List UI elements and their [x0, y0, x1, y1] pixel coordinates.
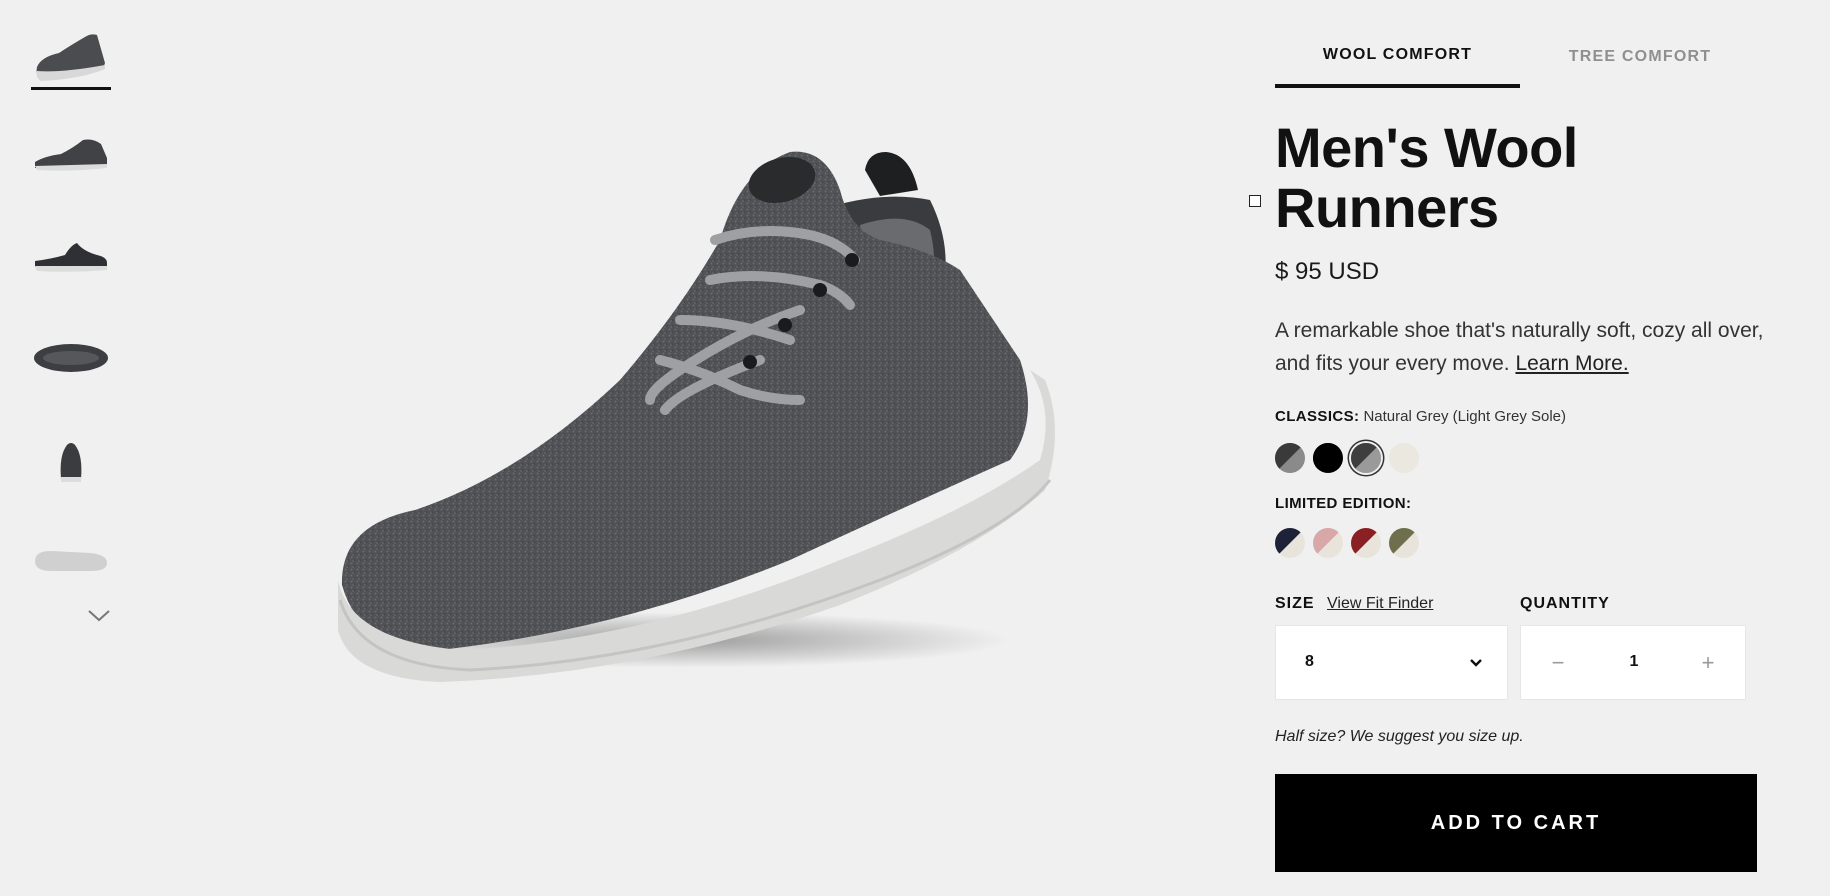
- quantity-decrease-button[interactable]: −: [1543, 648, 1573, 678]
- limited-swatches: [1275, 528, 1419, 560]
- quantity-increase-button[interactable]: +: [1693, 648, 1723, 678]
- shoe-thumbnail-image: [60, 443, 82, 482]
- classics-swatch-2[interactable]: [1313, 443, 1343, 473]
- thumb-side-view-alt[interactable]: [28, 221, 114, 291]
- thumb-side-view[interactable]: [28, 118, 114, 188]
- classics-swatch-3[interactable]: [1351, 443, 1381, 473]
- fit-finder-link[interactable]: View Fit Finder: [1327, 595, 1433, 613]
- shoe-thumbnail-image: [36, 34, 105, 81]
- product-price: $ 95 USD: [1275, 258, 1380, 285]
- size-hint: Half size? We suggest you size up.: [1275, 728, 1524, 745]
- quantity-label: QUANTITY: [1520, 595, 1610, 612]
- limited-edition-label: LIMITED EDITION:: [1275, 495, 1412, 512]
- shoe-thumbnail-image: [35, 551, 107, 571]
- add-to-cart-button[interactable]: ADD TO CART: [1275, 774, 1757, 872]
- classics-swatches: [1275, 443, 1419, 475]
- limited-swatch-1[interactable]: [1275, 528, 1305, 558]
- product-description: A remarkable shoe that's naturally soft,…: [1275, 314, 1775, 380]
- limited-label-row: LIMITED EDITION:: [1275, 495, 1411, 512]
- size-label-row: SIZE View Fit Finder: [1275, 595, 1515, 613]
- quantity-stepper: − 1 +: [1520, 625, 1746, 700]
- chevron-down-icon: [1470, 659, 1482, 667]
- product-title: Men's Wool Runners: [1275, 116, 1578, 239]
- material-tabs: WOOL COMFORT TREE COMFORT: [1275, 36, 1745, 88]
- shoe-thumbnail-image: [35, 139, 107, 171]
- thumb-sole-view[interactable]: [28, 526, 114, 596]
- limited-swatch-2[interactable]: [1313, 528, 1343, 558]
- product-hero-image: [338, 151, 1055, 682]
- classics-swatch-4[interactable]: [1389, 443, 1419, 473]
- tab-wool-comfort[interactable]: WOOL COMFORT: [1275, 36, 1520, 88]
- shoe-thumbnail-image: [34, 344, 108, 372]
- thumb-back-view[interactable]: [28, 425, 114, 495]
- learn-more-link[interactable]: Learn More.: [1515, 352, 1628, 375]
- size-select[interactable]: 8: [1275, 625, 1508, 700]
- classics-label: CLASSICS:: [1275, 408, 1360, 425]
- thumb-top-view[interactable]: [28, 323, 114, 393]
- tab-tree-comfort[interactable]: TREE COMFORT: [1520, 36, 1760, 88]
- chevron-down-icon[interactable]: [86, 608, 112, 624]
- checkbox-marker: [1249, 195, 1261, 207]
- limited-swatch-3[interactable]: [1351, 528, 1381, 558]
- size-label: SIZE: [1275, 595, 1315, 612]
- thumb-angle-view[interactable]: [28, 18, 114, 90]
- classics-label-row: CLASSICS: Natural Grey (Light Grey Sole): [1275, 408, 1566, 425]
- size-value: 8: [1305, 653, 1314, 670]
- product-detail-panel: WOOL COMFORT TREE COMFORT Men's Wool Run…: [1249, 0, 1795, 896]
- quantity-value: 1: [1629, 653, 1639, 670]
- limited-swatch-4[interactable]: [1389, 528, 1419, 558]
- selected-color-name: Natural Grey (Light Grey Sole): [1363, 408, 1567, 425]
- classics-swatch-1[interactable]: [1275, 443, 1305, 473]
- shoe-thumbnail-image: [35, 243, 107, 272]
